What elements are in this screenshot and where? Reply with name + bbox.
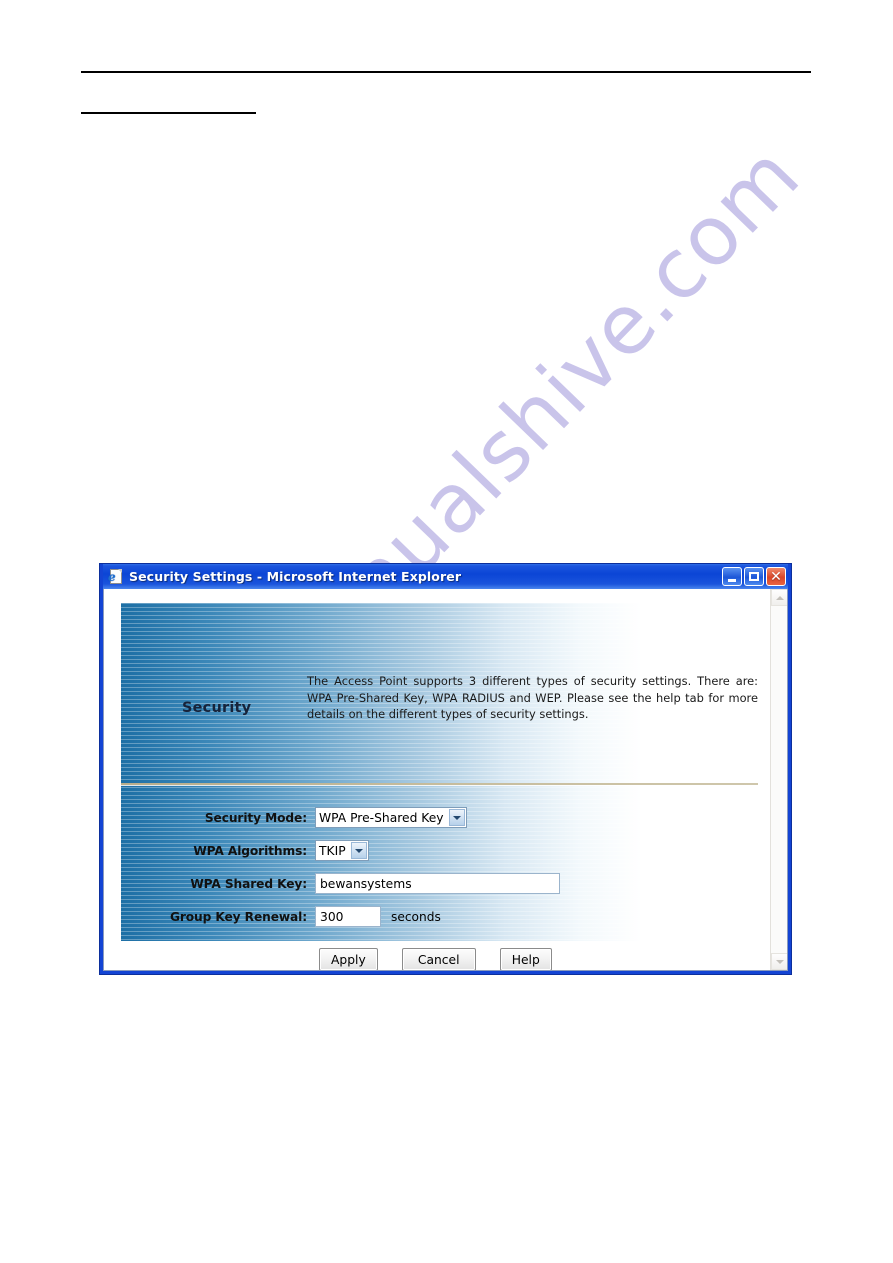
wpa-shared-key-input[interactable] — [315, 873, 560, 894]
description-text: The Access Point supports 3 different ty… — [307, 674, 758, 721]
web-page-content: Security The Access Point supports 3 dif… — [104, 589, 770, 970]
group-key-renewal-input[interactable] — [315, 906, 381, 927]
control-wpa-algorithms: TKIP — [315, 840, 369, 861]
browser-window: e Security Settings - Microsoft Internet… — [99, 563, 792, 975]
document-top-rule — [81, 71, 811, 73]
caption-button-group: ✕ — [722, 567, 786, 586]
close-icon: ✕ — [770, 568, 782, 585]
section-separator — [121, 783, 758, 785]
control-security-mode: WPA Pre-Shared Key — [315, 807, 467, 828]
control-group-key-renewal: seconds — [315, 906, 441, 927]
vertical-scrollbar[interactable] — [770, 589, 787, 970]
group-key-renewal-unit: seconds — [391, 909, 441, 924]
form-row-security-mode: Security Mode: WPA Pre-Shared Key — [104, 801, 770, 834]
minimize-icon — [728, 579, 736, 582]
maximize-button[interactable] — [744, 567, 764, 586]
ie-document-icon: e — [108, 568, 124, 585]
wpa-algorithms-select[interactable]: TKIP — [315, 840, 369, 861]
control-wpa-shared-key — [315, 873, 560, 894]
security-settings-form: Security Mode: WPA Pre-Shared Key WPA Al… — [104, 801, 770, 970]
label-security-mode: Security Mode: — [204, 810, 307, 825]
maximize-icon — [749, 572, 759, 581]
chevron-down-icon — [775, 959, 784, 964]
security-mode-value: WPA Pre-Shared Key — [319, 810, 444, 825]
scroll-down-button[interactable] — [771, 953, 787, 970]
label-wpa-algorithms: WPA Algorithms: — [193, 843, 307, 858]
window-title: Security Settings - Microsoft Internet E… — [129, 569, 462, 584]
form-row-wpa-algorithms: WPA Algorithms: TKIP — [104, 834, 770, 867]
apply-button[interactable]: Apply — [319, 948, 378, 970]
description-block: The Access Point supports 3 different ty… — [307, 673, 758, 723]
chevron-down-icon[interactable] — [350, 842, 367, 859]
window-titlebar[interactable]: e Security Settings - Microsoft Internet… — [103, 564, 788, 589]
chevron-up-icon — [775, 595, 784, 600]
browser-client-area: Security The Access Point supports 3 dif… — [103, 589, 788, 971]
chevron-down-icon[interactable] — [448, 809, 465, 826]
close-button[interactable]: ✕ — [766, 567, 786, 586]
form-row-wpa-shared-key: WPA Shared Key: — [104, 867, 770, 900]
security-mode-select[interactable]: WPA Pre-Shared Key — [315, 807, 467, 828]
page-heading: Security — [182, 700, 252, 716]
label-wpa-shared-key: WPA Shared Key: — [190, 876, 307, 891]
label-group-key-renewal: Group Key Renewal: — [169, 909, 307, 924]
document-sub-rule — [81, 112, 256, 114]
wpa-algorithms-value: TKIP — [319, 843, 346, 858]
form-row-group-key-renewal: Group Key Renewal: seconds — [104, 900, 770, 933]
cancel-button[interactable]: Cancel — [401, 948, 476, 970]
form-button-row: Apply Cancel Help — [104, 948, 770, 970]
minimize-button[interactable] — [722, 567, 742, 586]
scroll-up-button[interactable] — [771, 589, 787, 606]
scrollbar-track[interactable] — [771, 606, 787, 953]
help-button[interactable]: Help — [499, 948, 552, 970]
